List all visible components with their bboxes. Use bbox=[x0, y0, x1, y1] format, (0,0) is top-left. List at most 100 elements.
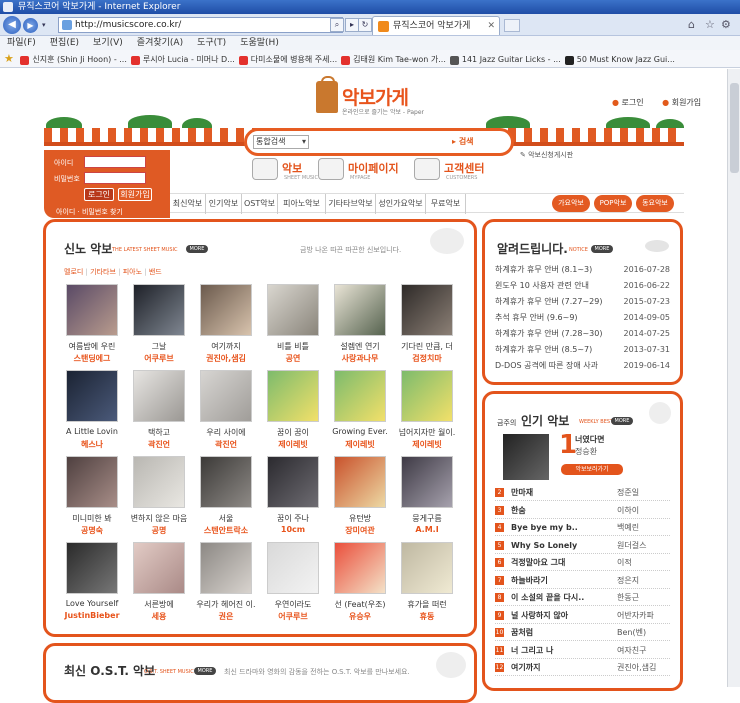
sheet-title[interactable]: 휴가을 떠런 bbox=[395, 599, 459, 610]
popular-row[interactable]: 12 여기까지 권진아,샘김 bbox=[495, 659, 670, 676]
sheet-title[interactable]: 여기까지 bbox=[194, 341, 258, 352]
sheet-card[interactable]: 꿈이 꿈이 제이레빗 bbox=[261, 370, 325, 456]
notice-row[interactable]: 하계휴가 휴무 안버 (8.1~3) 2016-07-28 bbox=[495, 262, 670, 277]
sheet-title[interactable]: 선 (Feat(우조) bbox=[328, 599, 392, 610]
popular-row[interactable]: 6 걱정말아요 그대 이적 bbox=[495, 554, 670, 571]
search-box[interactable]: 통합검색 ▸ 검색 bbox=[244, 128, 514, 156]
sheet-card[interactable]: 비틀 비틀 공연 bbox=[261, 284, 325, 370]
sheet-cover[interactable] bbox=[267, 542, 319, 594]
find-account-link[interactable]: 아이디 · 비밀번호 찾기 bbox=[56, 207, 123, 217]
popular-row[interactable]: 3 한숨 이하이 bbox=[495, 502, 670, 519]
sheet-cover[interactable] bbox=[133, 284, 185, 336]
sheet-card[interactable]: Love Yourself JustinBieber bbox=[60, 542, 124, 628]
sheet-card[interactable]: Growing Ever. 제이레빗 bbox=[328, 370, 392, 456]
sheet-title[interactable]: Love Yourself bbox=[60, 599, 124, 608]
new-sheets-more-button[interactable]: MORE bbox=[186, 245, 208, 253]
notice-row[interactable]: D-DOS 공격에 따른 장애 사과 2019-06-14 bbox=[495, 358, 670, 373]
scrollbar-thumb[interactable] bbox=[730, 83, 739, 173]
category-tab[interactable]: 성인가요악보 bbox=[376, 194, 426, 214]
sheet-cover[interactable] bbox=[334, 370, 386, 422]
sheet-card[interactable]: 선 (Feat(우조) 유승우 bbox=[328, 542, 392, 628]
sheet-cover[interactable] bbox=[334, 542, 386, 594]
popular-row[interactable]: 11 너 그리고 나 여자친구 bbox=[495, 642, 670, 659]
favorite-item[interactable]: 50 Must Know Jazz Gui... bbox=[564, 51, 675, 67]
sheet-cover[interactable] bbox=[401, 284, 453, 336]
sheet-card[interactable]: 미니미한 봐 공명숙 bbox=[60, 456, 124, 542]
category-pill[interactable]: POP악보 bbox=[594, 195, 632, 212]
popular-row[interactable]: 10 꿈처럼 Ben(벤) bbox=[495, 624, 670, 641]
sheet-filter[interactable]: 기타타브 bbox=[90, 268, 116, 276]
sheet-cover[interactable] bbox=[66, 542, 118, 594]
sheet-cover[interactable] bbox=[66, 284, 118, 336]
popular-title[interactable]: 하늘바라기 bbox=[511, 572, 548, 589]
favorites-star-icon[interactable]: ☆ bbox=[705, 18, 715, 31]
sheet-cover[interactable] bbox=[267, 456, 319, 508]
popular-title[interactable]: 이 소설의 끝을 다시.. bbox=[511, 589, 584, 606]
sheet-title[interactable]: 변하지 않은 마음 bbox=[127, 513, 191, 524]
back-arrow-icon[interactable]: ◀ bbox=[3, 16, 21, 34]
sheet-cover[interactable] bbox=[267, 370, 319, 422]
sheet-card[interactable]: 넘어지자만 월이. 제이레빗 bbox=[395, 370, 459, 456]
popular-row[interactable]: 2 만마재 정준일 bbox=[495, 484, 670, 501]
sheet-title[interactable]: 비틀 비틀 bbox=[261, 341, 325, 352]
browser-tab[interactable]: 뮤직스코어 악보가게 ✕ bbox=[372, 16, 500, 35]
favorites-add-star-icon[interactable]: ★ bbox=[4, 50, 14, 67]
sheet-filter[interactable]: 피아노 bbox=[123, 268, 142, 276]
search-icon[interactable]: ⌕ bbox=[330, 18, 344, 32]
sheet-card[interactable]: 여름밤에 우린 스탠딩에그 bbox=[60, 284, 124, 370]
sheet-card[interactable]: 휴가을 떠런 휴동 bbox=[395, 542, 459, 628]
sheet-title[interactable]: 서른방에 bbox=[127, 599, 191, 610]
sheet-cover[interactable] bbox=[133, 370, 185, 422]
sheet-card[interactable]: A Little Lovin 헤스나 bbox=[60, 370, 124, 456]
sheet-title[interactable]: 꿈이 주나 bbox=[261, 513, 325, 524]
sheet-card[interactable]: 기다린 만큼, 더 검정치마 bbox=[395, 284, 459, 370]
sheet-title[interactable]: 그날 bbox=[127, 341, 191, 352]
popular-title[interactable]: 널 사랑하지 않아 bbox=[511, 607, 568, 624]
menu-sheet-music[interactable]: 악보 SHEET MUSIC bbox=[252, 158, 322, 184]
notice-row[interactable]: 하계휴가 휴무 안버 (7.27~29) 2015-07-23 bbox=[495, 294, 670, 309]
sheet-card[interactable]: 설렘엔 연기 사랑과나무 bbox=[328, 284, 392, 370]
notice-row[interactable]: 윈도우 10 사용자 관련 안내 2016-06-22 bbox=[495, 278, 670, 293]
sheet-title[interactable]: 유턴방 bbox=[328, 513, 392, 524]
sheet-cover[interactable] bbox=[334, 284, 386, 336]
sheet-card[interactable]: 서울 스텐안트락소 bbox=[194, 456, 258, 542]
category-tab[interactable]: 무료악보 bbox=[426, 194, 466, 214]
notice-row[interactable]: 추석 휴무 안버 (9.6~9) 2014-09-05 bbox=[495, 310, 670, 325]
sheet-card[interactable]: 우리 사이에 곽진언 bbox=[194, 370, 258, 456]
sheet-title[interactable]: 설렘엔 연기 bbox=[328, 341, 392, 352]
menu-view[interactable]: 보기(V) bbox=[86, 36, 130, 50]
sheet-card[interactable]: 유턴방 장미여관 bbox=[328, 456, 392, 542]
sheet-card[interactable]: 여기까지 권진아,샘김 bbox=[194, 284, 258, 370]
join-link[interactable]: ● 회원가입 bbox=[662, 98, 709, 107]
sheet-card[interactable]: 택하고 곽진언 bbox=[127, 370, 191, 456]
popular-row[interactable]: 5 Why So Lonely 원더걸스 bbox=[495, 537, 670, 554]
notice-title[interactable]: D-DOS 공격에 따른 장애 사과 bbox=[495, 358, 598, 373]
new-tab-button[interactable] bbox=[504, 19, 520, 32]
sheet-card[interactable]: 변하지 않은 마음 공명 bbox=[127, 456, 191, 542]
category-tab[interactable]: 기타타브악보 bbox=[326, 194, 376, 214]
site-logo[interactable]: 악보가게 온라인으로 즐기는 악보 - Paper bbox=[312, 76, 442, 123]
popular-title[interactable]: Why So Lonely bbox=[511, 537, 577, 554]
sheet-cover[interactable] bbox=[133, 542, 185, 594]
popular-title[interactable]: 너 그리고 나 bbox=[511, 642, 553, 659]
sheet-filter[interactable]: 밴드 bbox=[149, 268, 162, 276]
notice-title[interactable]: 추석 휴무 안버 (9.6~9) bbox=[495, 310, 578, 325]
sheet-cover[interactable] bbox=[200, 456, 252, 508]
view-sheet-button[interactable]: 악보보러가기 bbox=[561, 464, 623, 475]
notice-title[interactable]: 하계휴가 휴무 안버 (8.1~3) bbox=[495, 262, 592, 277]
sheet-title[interactable]: 미니미한 봐 bbox=[60, 513, 124, 524]
notice-more-button[interactable]: MORE bbox=[591, 245, 613, 253]
home-icon[interactable]: ⌂ bbox=[688, 18, 695, 31]
popular-row[interactable]: 4 Bye bye my b.. 백예린 bbox=[495, 519, 670, 536]
popular-more-button[interactable]: MORE bbox=[611, 417, 633, 425]
sheet-card[interactable]: 우리가 헤어진 이. 권은 bbox=[194, 542, 258, 628]
refresh-icon[interactable]: ↻ bbox=[358, 18, 372, 32]
sheet-title[interactable]: 여름밤에 우린 bbox=[60, 341, 124, 352]
popular-row[interactable]: 7 하늘바라기 정은지 bbox=[495, 572, 670, 589]
menu-customer-center[interactable]: 고객센터 CUSTOMERS bbox=[414, 158, 514, 184]
sheet-cover[interactable] bbox=[401, 370, 453, 422]
search-category-select[interactable]: 통합검색 bbox=[253, 135, 309, 149]
sheet-title[interactable]: 택하고 bbox=[127, 427, 191, 438]
popular-title[interactable]: 꿈처럼 bbox=[511, 624, 533, 641]
join-button[interactable]: 회원가입 bbox=[118, 188, 152, 201]
